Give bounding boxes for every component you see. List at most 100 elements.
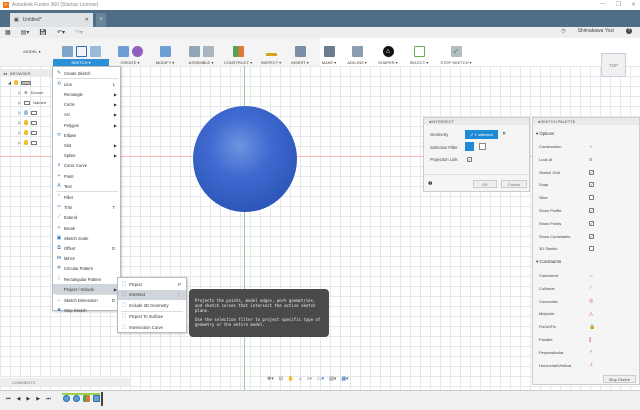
file-menu-icon[interactable]: ▤▾ bbox=[21, 29, 30, 36]
menu-item-line[interactable]: ⟲ Line L bbox=[53, 79, 120, 89]
document-tab[interactable]: ▣ Untitled* ✕ bbox=[10, 13, 93, 27]
previous-icon[interactable]: ◀ bbox=[17, 396, 21, 402]
menu-item-stop-sketch[interactable]: ■ Stop Sketch bbox=[53, 306, 120, 316]
menu-item-spline[interactable]: Spline ▶ bbox=[53, 151, 120, 161]
workspace-switcher[interactable]: MODEL ▾ bbox=[13, 38, 51, 66]
option-checkbox[interactable] bbox=[589, 246, 594, 252]
constraint-icon[interactable]: ⊥ bbox=[589, 362, 593, 368]
constraint-midpoint[interactable]: Midpoint △ bbox=[539, 311, 629, 317]
sphere-body[interactable] bbox=[193, 106, 297, 212]
minimize-button[interactable]: — bbox=[600, 1, 606, 8]
construction-icon[interactable]: ≺ bbox=[589, 144, 592, 149]
visibility-bulb-icon[interactable] bbox=[24, 120, 29, 125]
option-checkbox[interactable]: ✓ bbox=[589, 220, 594, 226]
option-checkbox[interactable]: ✓ bbox=[589, 208, 594, 213]
tab-close-button[interactable]: ✕ bbox=[85, 17, 89, 23]
menu-item-extend[interactable]: ⟋ Extend bbox=[53, 213, 120, 223]
visibility-bulb-icon[interactable] bbox=[24, 130, 29, 135]
menu-item-text[interactable]: A Text bbox=[53, 181, 120, 191]
menu-item-sketch-scale[interactable]: ▣ Sketch Scale bbox=[53, 233, 120, 243]
view-cube[interactable]: TOP bbox=[601, 53, 626, 77]
palette-option-show-profile[interactable]: Show Profile ✓ bbox=[539, 208, 629, 213]
redo-icon[interactable]: ↷▾ bbox=[75, 29, 83, 36]
ribbon-group-construct[interactable]: CONSTRUCT ▾ bbox=[221, 38, 255, 66]
ribbon-group-inspect[interactable]: INSPECT ▾ bbox=[258, 38, 284, 66]
clear-selection-icon[interactable]: ✕ bbox=[502, 131, 506, 137]
constraint-icon[interactable]: ✓ bbox=[589, 349, 593, 355]
close-button[interactable]: ✕ bbox=[631, 1, 636, 8]
projection-link-checkbox[interactable]: ✓ bbox=[467, 157, 472, 162]
constraint-perpendicular[interactable]: Perpendicular ✓ bbox=[539, 349, 629, 355]
expand-icon[interactable]: ◢ bbox=[8, 80, 11, 85]
constraint-icon[interactable]: 🔒 bbox=[589, 324, 595, 330]
fit-icon[interactable]: ⌕▾ bbox=[307, 376, 312, 382]
ok-button[interactable]: OK bbox=[473, 180, 497, 188]
palette-option-slice[interactable]: Slice bbox=[539, 195, 629, 201]
dialog-header[interactable]: ● INTERSECT bbox=[424, 118, 529, 125]
viewports-icon[interactable]: ▦▾ bbox=[341, 376, 348, 382]
line-icon[interactable] bbox=[75, 46, 87, 57]
visibility-bulb-icon[interactable] bbox=[24, 140, 29, 145]
cancel-button[interactable]: Cancel bbox=[501, 180, 527, 188]
filter-bodies-button[interactable] bbox=[465, 142, 474, 151]
menu-item-rectangular-pattern[interactable]: ⁞ Rectangular Pattern bbox=[53, 274, 120, 284]
menu-item-create-sketch[interactable]: ✎ Create Sketch bbox=[53, 68, 120, 78]
browser-root[interactable]: ◢ bbox=[8, 80, 32, 85]
grid-settings-icon[interactable]: ▤▾ bbox=[329, 376, 336, 382]
timeline-feature-plane[interactable] bbox=[83, 395, 90, 402]
constraint-icon[interactable]: ∥ bbox=[589, 337, 592, 343]
menu-item-project-include[interactable]: Project / Include ▶ bbox=[53, 284, 120, 295]
constraints-section-toggle[interactable]: ▾ Constraints bbox=[536, 259, 561, 265]
ribbon-group-select[interactable]: SELECT ▾ bbox=[406, 38, 432, 66]
menu-item-rectangle[interactable]: Rectangle ▶ bbox=[53, 89, 120, 99]
constraint-horizontal-vertical[interactable]: Horizontal/Vertical ⊥ bbox=[539, 362, 629, 368]
sketch-dropdown-button[interactable]: SKETCH ▾ bbox=[53, 59, 109, 66]
ribbon-group-shaper[interactable]: △ SHAPER ▾ bbox=[374, 38, 402, 66]
menu-item-ellipse[interactable]: ⬭ Ellipse bbox=[53, 130, 120, 140]
ribbon-group-make[interactable]: MAKE ▾ bbox=[318, 38, 340, 66]
menu-item-conic-curve[interactable]: ∧ Conic Curve bbox=[53, 161, 120, 171]
option-checkbox[interactable]: ✓ bbox=[589, 169, 594, 175]
browser-item-document-settings[interactable]: ▷ ⚙ Docum bbox=[18, 90, 43, 95]
menu-item-break[interactable]: + Break bbox=[53, 223, 120, 233]
geometry-selection-button[interactable]: ➚ 1 selected bbox=[465, 130, 498, 139]
menu-item-polygon[interactable]: Polygon ▶ bbox=[53, 120, 120, 130]
filter-all-button[interactable] bbox=[479, 143, 486, 150]
palette-option-look-at[interactable]: Look At ⊟ bbox=[539, 157, 629, 162]
palette-option-show-constraints[interactable]: Show Constraints ✓ bbox=[539, 233, 629, 239]
palette-header[interactable]: ● SKETCH PALETTE bbox=[533, 118, 639, 125]
ribbon-group-stop-sketch[interactable]: ✓ STOP SKETCH ▾ bbox=[436, 38, 476, 66]
constraint-concentric[interactable]: Concentric ◎ bbox=[539, 298, 629, 304]
orbit-icon[interactable]: ✥▾ bbox=[267, 376, 274, 382]
submenu-item-project[interactable]: ⬚ Project P bbox=[118, 279, 186, 289]
ribbon-group-create[interactable]: CREATE ▾ bbox=[112, 38, 148, 66]
menu-item-arc[interactable]: Arc ▶ bbox=[53, 110, 120, 120]
display-settings-icon[interactable]: ▭▾ bbox=[317, 376, 324, 382]
ribbon-group-insert[interactable]: INSERT ▾ bbox=[288, 38, 312, 66]
ribbon-group-assemble[interactable]: ASSEMBLE ▾ bbox=[182, 38, 220, 66]
visibility-bulb-icon[interactable] bbox=[14, 80, 19, 85]
info-icon[interactable]: ❶ bbox=[428, 181, 432, 187]
last-icon[interactable]: ⏭ bbox=[46, 396, 51, 402]
constraint-icon[interactable]: ⟋ bbox=[589, 285, 593, 291]
palette-option-snap[interactable]: Snap ✓ bbox=[539, 182, 629, 188]
submenu-item-intersection-curve[interactable]: ⬚ Intersection Curve bbox=[118, 322, 186, 332]
submenu-item-intersect[interactable]: ⬚ Intersect ⋮ bbox=[118, 289, 186, 300]
constraint-icon[interactable]: ◎ bbox=[589, 298, 593, 304]
timeline-marker[interactable] bbox=[101, 392, 103, 406]
stop-sketch-button[interactable]: Stop Sketch bbox=[603, 375, 636, 383]
submenu-item-project-to-surface[interactable]: ⬚ Project To Surface bbox=[118, 312, 186, 322]
timeline-feature-sketch[interactable] bbox=[93, 395, 100, 402]
save-icon[interactable]: 💾︎ bbox=[39, 29, 47, 36]
new-tab-button[interactable]: + bbox=[96, 13, 106, 27]
rectangle-icon[interactable] bbox=[89, 46, 101, 57]
next-icon[interactable]: ▶ bbox=[36, 396, 40, 402]
ribbon-group-modify[interactable]: MODIFY ▾ bbox=[150, 38, 180, 66]
menu-item-circular-pattern[interactable]: ✲ Circular Pattern bbox=[53, 264, 120, 274]
pan-icon[interactable]: ✋ bbox=[288, 376, 294, 382]
restore-button[interactable]: ❐ bbox=[616, 1, 621, 8]
timeline-feature-sphere[interactable] bbox=[63, 395, 70, 402]
menu-item-sketch-dimension[interactable]: ↔ Sketch Dimension D bbox=[53, 295, 120, 305]
visibility-bulb-icon[interactable] bbox=[24, 110, 29, 115]
constraint-fix-unfix[interactable]: Fix/UnFix 🔒 bbox=[539, 324, 629, 330]
